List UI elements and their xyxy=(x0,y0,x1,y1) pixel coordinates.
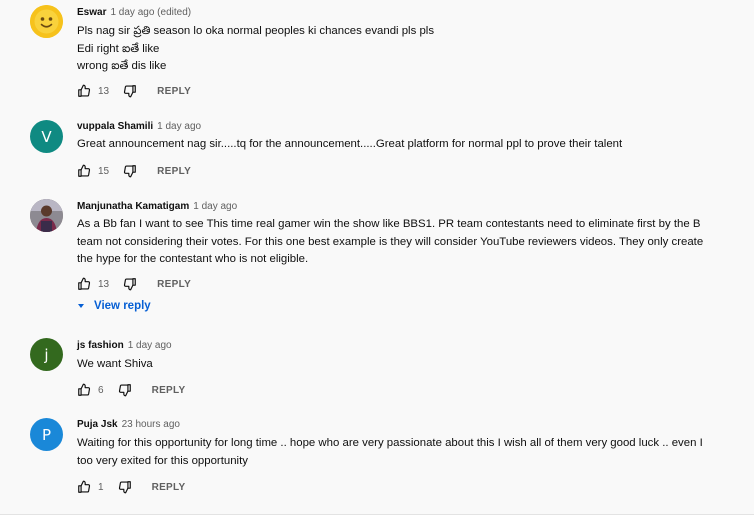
comment-actions: 6 REPLY xyxy=(77,382,185,398)
comment-actions: 1 REPLY xyxy=(77,479,185,495)
author-name[interactable]: vuppala Shamili xyxy=(77,121,153,132)
comment-actions: 13 REPLY xyxy=(77,83,191,99)
comment-line: wrong ఐతే dis like xyxy=(77,60,167,72)
author-name[interactable]: Puja Jsk xyxy=(77,419,118,430)
like-button[interactable] xyxy=(77,164,91,178)
like-count: 1 xyxy=(98,481,104,493)
thumbs-up-icon xyxy=(78,277,91,290)
comment-header: Eswar 1 day ago (edited) xyxy=(77,7,191,18)
comment-text: Waiting for this opportunity for long ti… xyxy=(77,435,737,470)
person-photo-icon xyxy=(30,199,63,232)
thumbs-down-icon xyxy=(124,165,136,178)
avatar-letter: j xyxy=(44,345,49,364)
comments-section: Eswar 1 day ago (edited) Pls nag sir ప్రత… xyxy=(0,0,754,515)
avatar[interactable] xyxy=(30,199,63,232)
like-count: 13 xyxy=(98,278,110,290)
emoji-face-icon xyxy=(30,5,63,38)
view-reply-label: View reply xyxy=(94,300,151,312)
comment-timestamp[interactable]: 23 hours ago xyxy=(122,419,180,430)
comment-text: Pls nag sir ప్రతి season lo oka normal p… xyxy=(77,23,737,76)
comment-header: Puja Jsk 23 hours ago xyxy=(77,419,180,430)
avatar[interactable]: j xyxy=(30,338,63,371)
comment-line: We want Shiva xyxy=(77,358,153,370)
reply-button[interactable]: REPLY xyxy=(157,166,191,177)
comment-text: We want Shiva xyxy=(77,356,737,374)
author-name[interactable]: Manjunatha Kamatigam xyxy=(77,201,189,212)
comment-line: Pls nag sir ప్రతి season lo oka normal p… xyxy=(77,25,435,37)
like-button[interactable] xyxy=(77,383,91,397)
reply-button[interactable]: REPLY xyxy=(152,385,186,396)
comment-timestamp[interactable]: 1 day ago (edited) xyxy=(110,7,191,18)
thumbs-up-icon xyxy=(78,383,91,396)
thumbs-down-icon xyxy=(118,481,131,494)
comment-timestamp[interactable]: 1 day ago xyxy=(193,201,237,212)
thumbs-down-icon xyxy=(118,384,131,397)
dislike-button[interactable] xyxy=(123,84,137,98)
avatar-letter: V xyxy=(41,127,52,146)
comment-line: As a Bb fan I want to see This time real… xyxy=(77,218,701,230)
thumbs-down-icon xyxy=(124,85,136,98)
comment-text: As a Bb fan I want to see This time real… xyxy=(77,216,737,269)
comment-line: Edi right ఐతే like xyxy=(77,42,160,55)
comment-timestamp[interactable]: 1 day ago xyxy=(157,121,201,132)
thumbs-up-icon xyxy=(78,84,91,97)
like-button[interactable] xyxy=(77,480,91,494)
view-reply-button[interactable]: View reply xyxy=(77,300,151,312)
reply-button[interactable]: REPLY xyxy=(152,482,186,493)
avatar[interactable]: V xyxy=(30,120,63,153)
avatar[interactable] xyxy=(30,5,63,38)
like-button[interactable] xyxy=(77,277,91,291)
caret-down-icon xyxy=(78,304,84,308)
avatar[interactable]: P xyxy=(30,418,63,451)
comment-line: the hype for the contestant who is not e… xyxy=(77,253,309,265)
dislike-button[interactable] xyxy=(118,480,132,494)
thumbs-up-icon xyxy=(78,480,91,493)
comment-line: Great announcement nag sir.....tq for th… xyxy=(77,138,623,150)
like-count: 13 xyxy=(98,85,110,97)
dislike-button[interactable] xyxy=(123,164,137,178)
author-name[interactable]: js fashion xyxy=(77,340,124,351)
comment-timestamp[interactable]: 1 day ago xyxy=(128,340,172,351)
thumbs-down-icon xyxy=(124,278,136,291)
reply-button[interactable]: REPLY xyxy=(157,279,191,290)
reply-button[interactable]: REPLY xyxy=(157,86,191,97)
dislike-button[interactable] xyxy=(118,383,132,397)
comment-actions: 15 REPLY xyxy=(77,163,191,179)
comment-actions: 13 REPLY xyxy=(77,276,191,292)
comment-header: vuppala Shamili 1 day ago xyxy=(77,121,201,132)
like-button[interactable] xyxy=(77,84,91,98)
thumbs-up-icon xyxy=(78,164,91,177)
author-name[interactable]: Eswar xyxy=(77,7,106,18)
comment-text: Great announcement nag sir.....tq for th… xyxy=(77,136,737,154)
comment-line: too very exited for this opportunity xyxy=(77,454,248,467)
comment-line: team not considering their votes. For th… xyxy=(77,235,704,248)
comment-header: Manjunatha Kamatigam 1 day ago xyxy=(77,201,237,212)
comment-line: Waiting for this opportunity for long ti… xyxy=(77,437,703,449)
dislike-button[interactable] xyxy=(123,277,137,291)
comment-header: js fashion 1 day ago xyxy=(77,340,172,351)
avatar-letter: P xyxy=(41,425,52,444)
like-count: 6 xyxy=(98,384,104,396)
like-count: 15 xyxy=(98,165,110,177)
